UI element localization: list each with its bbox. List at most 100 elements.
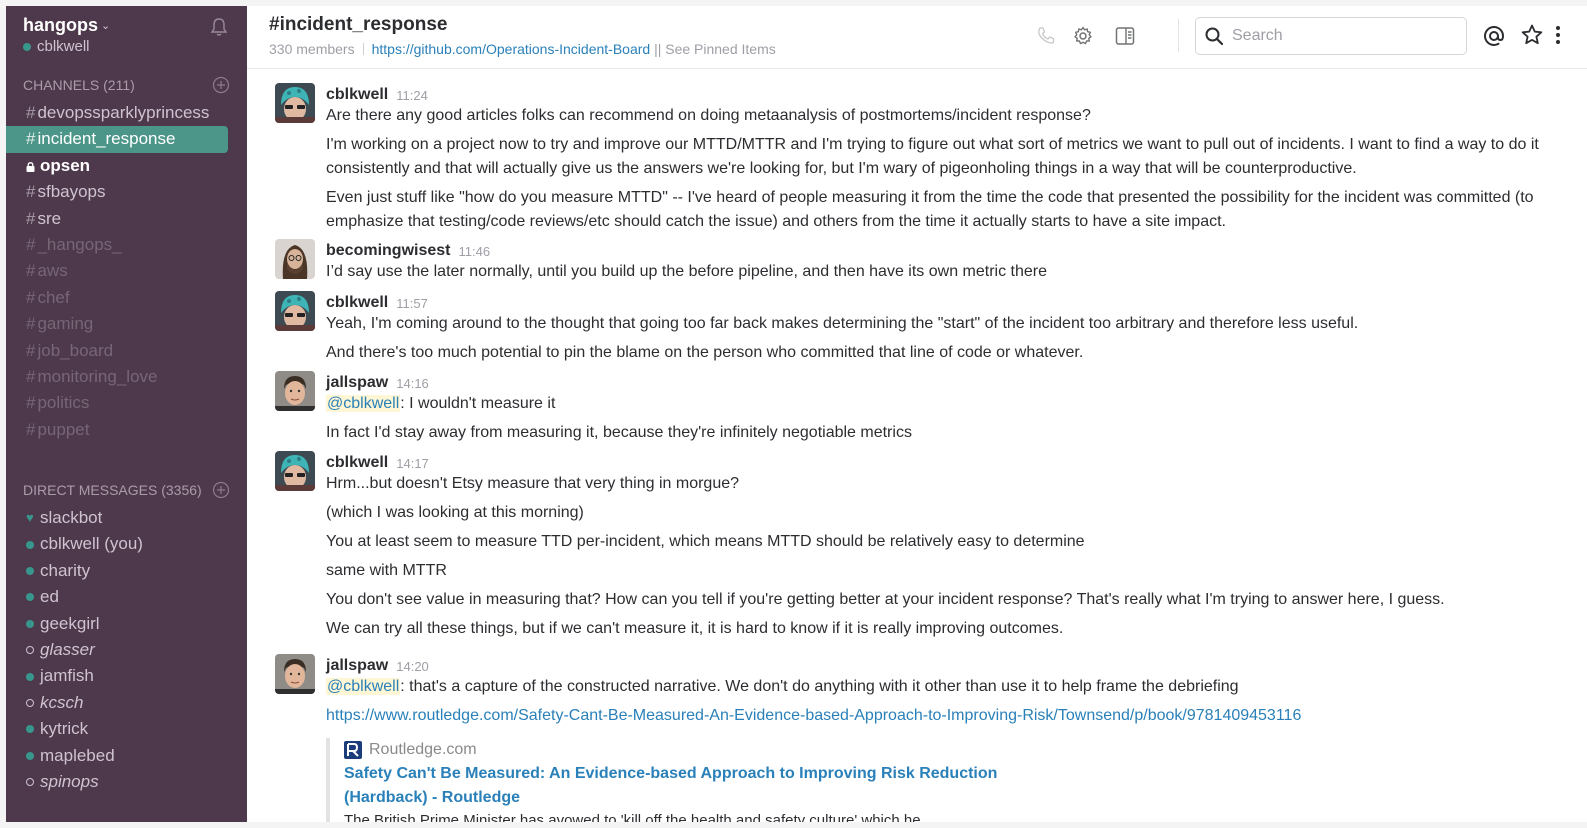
message-link[interactable]: https://www.routledge.com/Safety-Cant-Be… <box>326 707 1301 724</box>
avatar[interactable] <box>275 451 315 491</box>
gear-icon[interactable] <box>1072 25 1094 47</box>
add-channel-icon[interactable] <box>212 76 230 94</box>
sender-name[interactable]: cblkwell <box>326 454 388 472</box>
sidebar-item-job-board[interactable]: # job_board <box>6 338 247 364</box>
avatar[interactable] <box>275 239 315 279</box>
avatar[interactable] <box>275 83 315 123</box>
preview-title-cont[interactable]: (Hardback) - Routledge <box>344 786 1547 810</box>
add-dm-icon[interactable] <box>212 481 230 499</box>
avatar[interactable] <box>275 654 315 694</box>
sender-name[interactable]: jallspaw <box>326 657 388 675</box>
search-icon <box>1205 27 1224 46</box>
sidebar-item-politics[interactable]: # politics <box>6 390 247 416</box>
presence-dot <box>23 42 31 51</box>
dm-name: glasser <box>40 640 95 660</box>
team-menu[interactable]: hangops ⌄ cblkwell <box>6 6 247 66</box>
dm-name: jamfish <box>40 666 94 686</box>
sidebar-item-label: puppet <box>37 419 90 439</box>
team-name[interactable]: hangops <box>23 15 98 36</box>
user-mention[interactable]: @cblkwell <box>326 395 401 412</box>
phone-icon[interactable] <box>1035 25 1057 47</box>
sidebar-item-sre[interactable]: # sre <box>6 206 247 232</box>
dm-item[interactable]: kcsch <box>6 690 247 716</box>
message-group: jallspaw 14:20 @cblkwell: that's a capture… <box>247 652 1587 822</box>
dm-item[interactable]: jamfish <box>6 663 247 689</box>
sidebar-item-sfbayops[interactable]: # sfbayops <box>6 179 247 205</box>
sender-name[interactable]: becomingwisest <box>326 242 450 260</box>
timestamp[interactable]: 11:46 <box>458 244 490 260</box>
channel-meta: 330 members https://github.com/Operations… <box>269 41 776 57</box>
preview-service-name: Routledge.com <box>369 741 477 758</box>
dm-item[interactable]: charity <box>6 558 247 584</box>
avatar[interactable] <box>275 291 315 331</box>
search-box[interactable] <box>1195 17 1467 55</box>
sidebar-item-monitoring-love[interactable]: # monitoring_love <box>6 364 247 390</box>
sidebar-item-label: sfbayops <box>37 182 106 202</box>
message-text: Yeah, I'm coming around to the thought t… <box>326 315 1359 332</box>
sidebar-item-opsen[interactable]: opsen <box>6 153 247 179</box>
dm-item[interactable]: kytrick <box>6 716 247 742</box>
message-text: I’d say use the later normally, until yo… <box>326 263 1048 280</box>
dm-item[interactable]: spinops <box>6 769 247 795</box>
hash-icon: # <box>26 393 36 413</box>
sidebar-toggle-icon[interactable] <box>1114 25 1136 47</box>
channels-header[interactable]: CHANNELS (211) <box>6 70 247 100</box>
sidebar-item-chef[interactable]: # chef <box>6 285 247 311</box>
search-input[interactable] <box>1232 27 1452 45</box>
user-mention[interactable]: @cblkwell <box>326 678 401 695</box>
sidebar-item-label: job_board <box>37 340 114 360</box>
current-user[interactable]: cblkwell <box>23 38 231 55</box>
dm-item[interactable]: cblkwell (you) <box>6 531 247 557</box>
dm-count: (3356) <box>161 482 202 499</box>
dm-item[interactable]: ed <box>6 584 247 610</box>
bell-icon[interactable] <box>210 17 228 37</box>
dm-item[interactable]: ♥ slackbot <box>6 505 247 531</box>
chevron-down-icon[interactable]: ⌄ <box>101 19 110 32</box>
channel-list: # devopssparklyprincess # incident_response… <box>6 100 247 443</box>
mentions-icon[interactable] <box>1482 24 1506 48</box>
channels-section: CHANNELS (211) # devopssparklyprincess # in… <box>6 70 247 443</box>
hash-icon: # <box>26 103 36 122</box>
channels-label[interactable]: CHANNELS <box>23 77 99 93</box>
dm-header[interactable]: DIRECT MESSAGES (3356) <box>6 475 247 505</box>
member-count[interactable]: 330 members <box>269 41 355 57</box>
message-group: jallspaw 14:16 @cblkwell: I wouldn't measu… <box>247 369 1587 445</box>
sidebar-item-incident-response[interactable]: # incident_response <box>6 126 228 153</box>
sender-name[interactable]: cblkwell <box>326 294 388 312</box>
dm-list: ♥ slackbot cblkwell (you) charity ed geekgirl… <box>6 505 247 795</box>
timestamp[interactable]: 14:17 <box>396 456 429 472</box>
timestamp[interactable]: 14:16 <box>396 376 429 392</box>
message-header: cblkwell 14:17 <box>326 449 1547 472</box>
message-group: cblkwell 11:24 Are there any good articles… <box>247 81 1587 234</box>
sidebar-item-hangops[interactable]: # _hangops_ <box>6 232 247 258</box>
dm-item[interactable]: maplebed <box>6 743 247 769</box>
sidebar-item-label: aws <box>37 261 68 281</box>
presence-dot <box>26 778 34 787</box>
channel-title[interactable]: #incident_response <box>269 14 447 36</box>
avatar[interactable] <box>275 371 315 411</box>
preview-title[interactable]: Safety Can't Be Measured: An Evidence-ba… <box>344 762 1547 786</box>
dm-name: slackbot <box>40 508 103 528</box>
sender-name[interactable]: cblkwell <box>326 86 388 104</box>
sidebar-item-label: chef <box>37 287 70 307</box>
dm-item[interactable]: glasser <box>6 637 247 663</box>
sidebar-item-devopssparklyprincess[interactable]: # devopssparklyprincess <box>6 100 247 126</box>
hash-icon: # <box>26 261 36 281</box>
lock-icon <box>26 161 35 172</box>
sidebar-item-puppet[interactable]: # puppet <box>6 417 247 443</box>
more-options-icon[interactable] <box>1554 23 1562 47</box>
sender-name[interactable]: jallspaw <box>326 374 388 392</box>
timestamp[interactable]: 14:20 <box>396 659 429 675</box>
dm-item[interactable]: geekgirl <box>6 611 247 637</box>
sidebar-item-gaming[interactable]: # gaming <box>6 311 247 337</box>
timestamp[interactable]: 11:57 <box>396 296 428 312</box>
topic-link[interactable]: https://github.com/Operations-Incident-B… <box>372 41 651 57</box>
presence-dot <box>26 672 34 681</box>
star-icon[interactable] <box>1520 23 1544 47</box>
message-text: (which I was looking at this morning) <box>326 504 584 521</box>
message-list: cblkwell 11:24 Are there any good articles… <box>247 69 1587 822</box>
dm-label[interactable]: DIRECT MESSAGES <box>23 482 157 498</box>
timestamp[interactable]: 11:24 <box>396 88 428 104</box>
sidebar-item-aws[interactable]: # aws <box>6 258 247 284</box>
presence-dot <box>26 646 34 655</box>
